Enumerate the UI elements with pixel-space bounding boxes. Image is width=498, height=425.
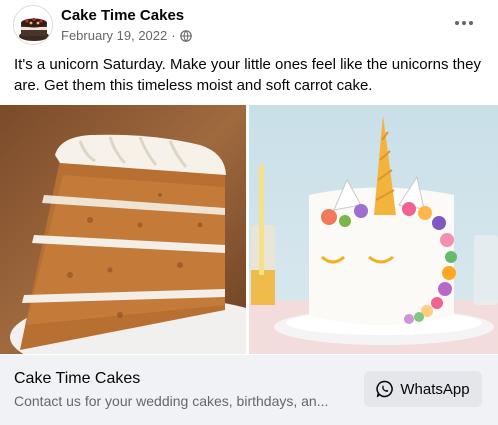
post-date[interactable]: February 19, 2022 — [61, 28, 167, 43]
post-meta: February 19, 2022 · — [61, 28, 192, 43]
post-header: Cake Time Cakes February 19, 2022 · — [0, 0, 498, 52]
carrot-cake-photo[interactable] — [0, 105, 246, 354]
page-avatar[interactable] — [13, 5, 53, 45]
card-description: Contact us for your wedding cakes, birth… — [14, 393, 329, 409]
more-horizontal-icon — [455, 21, 459, 25]
globe-icon — [179, 29, 192, 42]
page-name[interactable]: Cake Time Cakes — [61, 7, 184, 24]
post-images — [0, 105, 498, 354]
cake-avatar-icon — [14, 6, 52, 44]
meta-separator: · — [171, 28, 176, 43]
link-card[interactable]: Cake Time Cakes Contact us for your wedd… — [0, 355, 498, 425]
carrot-cake-image — [0, 105, 246, 354]
unicorn-cake-photo[interactable] — [249, 105, 498, 354]
card-title: Cake Time Cakes — [14, 370, 141, 387]
whatsapp-icon — [376, 380, 394, 398]
unicorn-cake-image — [249, 105, 498, 354]
whatsapp-button-label: WhatsApp — [400, 380, 470, 398]
whatsapp-button[interactable]: WhatsApp — [364, 371, 482, 407]
more-options-button[interactable] — [449, 10, 479, 36]
post-text: It's a unicorn Saturday. Make your littl… — [14, 56, 481, 94]
